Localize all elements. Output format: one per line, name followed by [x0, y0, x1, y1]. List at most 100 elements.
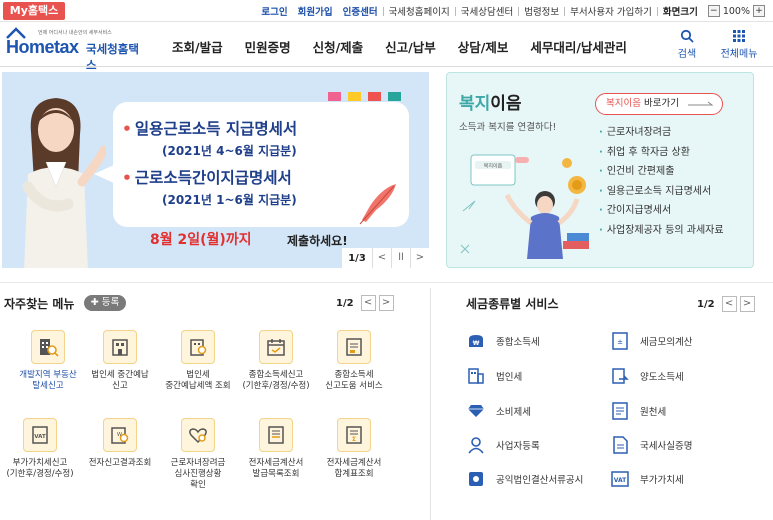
dept-user-signup-link[interactable]: 부서사용자 가입하기 [565, 4, 657, 18]
tax-services-page-indicator: 1/2 [697, 298, 715, 310]
list-item[interactable]: 근로자녀장려금 [599, 123, 724, 143]
zoom-out-button[interactable]: − [707, 5, 720, 17]
section-divider [0, 282, 773, 283]
grid-menu-icon [719, 27, 759, 45]
disclosure-icon [466, 470, 486, 488]
tax-service-item[interactable]: 국세사실증명 [610, 436, 692, 454]
list-item[interactable]: 인건비 간편제출 [599, 162, 724, 182]
consult-center-link[interactable]: 국세상담센터 [456, 4, 518, 18]
zoom-control: − 100% + [703, 5, 765, 17]
welfare-go-button[interactable]: 복지이음 바로가기 [595, 93, 723, 115]
favorite-item[interactable]: VAT 부가가치세신고 (기한후/경정/수정) [2, 418, 78, 480]
list-item[interactable]: 간이지급명세서 [599, 201, 724, 221]
nav-report-pay[interactable]: 신고/납부 [385, 37, 436, 56]
welfare-connect-banner[interactable]: 복지이음 소득과 복지를 연결하다! 복지이음 바로가기 근로자녀장려금 취업 … [446, 72, 754, 268]
favorite-label: 종합소득세 신고도움 서비스 [325, 370, 383, 391]
favorites-page-indicator: 1/2 [336, 297, 354, 309]
nav-tax-agent[interactable]: 세무대리/납세관리 [530, 37, 627, 56]
register-favorite-button[interactable]: ✚ 등록 [84, 295, 126, 311]
login-link[interactable]: 로그인 [256, 4, 292, 18]
favorite-item[interactable]: 종합소득세신고 (기한후/경정/수정) [238, 330, 314, 392]
tax-services-next-button[interactable]: > [739, 296, 755, 312]
my-hometax-tab[interactable]: My홈택스 [3, 2, 65, 20]
zoom-value: 100% [722, 5, 750, 17]
favorite-label: 개발지역 부동산 탈세신고 [19, 370, 77, 391]
nts-homepage-link[interactable]: 국세청홈페이지 [384, 4, 455, 18]
all-menu-button[interactable]: 전체메뉴 [719, 27, 759, 60]
banner-line-2: (2021년 4~6월 지급분) [162, 144, 297, 158]
zoom-in-button[interactable]: + [753, 5, 765, 17]
favorite-item[interactable]: 종합소득세 신고도움 서비스 [316, 330, 392, 392]
decor-square [348, 92, 361, 101]
banner-line-4: (2021년 1~6월 지급분) [162, 193, 297, 207]
banner-pause-button[interactable]: ll [391, 248, 410, 268]
tax-service-item[interactable]: 법인세 [466, 367, 522, 385]
vat-icon: VAT [610, 470, 630, 488]
heart-search-icon [181, 418, 215, 452]
income-tax-calendar-icon [259, 330, 293, 364]
law-info-link[interactable]: 법령정보 [519, 4, 564, 18]
favorite-item[interactable]: 개발지역 부동산 탈세신고 [10, 330, 86, 392]
favorite-item[interactable]: 근로자녀장려금 심사진행상황 확인 [160, 418, 236, 491]
tax-service-item[interactable]: ± 세금모의계산 [610, 332, 692, 350]
tax-service-label: 공익법인결산서류공시 [496, 475, 584, 486]
main-banner[interactable]: • 일용근로소득 지급명세서 (2021년 4~6월 지급분) • 근로소득간이지급… [2, 72, 429, 268]
favorite-item[interactable]: 법인세 중간예납 신고 [82, 330, 158, 392]
search-icon [667, 27, 707, 45]
banner-next-button[interactable]: > [410, 248, 429, 268]
favorites-title: 자주찾는 메뉴 [4, 297, 75, 311]
corporation-icon [466, 367, 486, 385]
income-tax-icon: ₩ [466, 332, 486, 350]
favorite-label: 전자세금계산서 합계표조회 [326, 458, 382, 479]
nav-apply-submit[interactable]: 신청/제출 [313, 37, 364, 56]
decor-square [368, 92, 381, 101]
tax-services-prev-button[interactable]: < [721, 296, 737, 312]
corporate-tax-icon [103, 330, 137, 364]
tax-service-item[interactable]: ₩ 종합소득세 [466, 332, 540, 350]
list-item[interactable]: 사업장제공자 등의 과세자료 [599, 221, 724, 241]
banner-prev-button[interactable]: < [372, 248, 391, 268]
utility-links: 로그인 회원가입 인증센터 국세청홈페이지 국세상담센터 법령정보 부서사용자 … [256, 4, 765, 18]
list-item[interactable]: 일용근로소득 지급명세서 [599, 182, 724, 202]
nav-civil-cert[interactable]: 민원증명 [245, 37, 291, 56]
favorite-item[interactable]: 전자세금계산서 발급목록조회 [238, 418, 314, 480]
signup-link[interactable]: 회원가입 [293, 4, 338, 18]
logo-korean-name: 국세청홈택스 [86, 42, 139, 72]
tax-service-item[interactable]: 사업자등록 [466, 436, 540, 454]
tax-service-item[interactable]: VAT 부가가치세 [610, 470, 684, 488]
deadline-suffix: 제출하세요! [287, 234, 348, 248]
withholding-icon [610, 402, 630, 420]
tax-service-item[interactable]: 소비제세 [466, 402, 531, 420]
e-filing-search-icon: W [103, 418, 137, 452]
favorite-item[interactable]: Σ 전자세금계산서 합계표조회 [316, 418, 392, 480]
tax-services-pager: 1/2 < > [697, 296, 755, 312]
hometax-logo[interactable]: 언제 어디서나 내손안의 세무서비스 Hometax 국세청홈택스 [6, 25, 146, 72]
diamond-icon [466, 402, 486, 420]
search-button[interactable]: 검색 [667, 27, 707, 60]
favorite-item[interactable]: 법인세 중간예납세액 조회 [160, 330, 236, 392]
tax-service-label: 원천세 [640, 407, 667, 418]
decor-square [388, 92, 401, 101]
favorites-prev-button[interactable]: < [360, 295, 376, 311]
tax-service-item[interactable]: 양도소득세 [610, 367, 684, 385]
list-item[interactable]: 취업 후 학자금 상환 [599, 143, 724, 163]
banner-line-1: • 일용근로소득 지급명세서 [122, 120, 298, 138]
favorite-item[interactable]: W 전자신고결과조회 [82, 418, 158, 469]
vat-icon: VAT [23, 418, 57, 452]
favorite-label: 종합소득세신고 (기한후/경정/수정) [242, 370, 310, 391]
banner-line-3: • 근로소득간이지급명세서 [122, 169, 292, 187]
tax-service-label: 양도소득세 [640, 372, 684, 383]
cert-center-link[interactable]: 인증센터 [338, 4, 383, 18]
nav-inquiry-issue[interactable]: 조회/발급 [172, 37, 223, 56]
favorites-next-button[interactable]: > [378, 295, 394, 311]
e-invoice-total-icon: Σ [337, 418, 371, 452]
tax-service-label: 법인세 [496, 372, 523, 383]
main-header: 언제 어디서나 내손안의 세무서비스 Hometax 국세청홈택스 조회/발급 … [0, 23, 773, 72]
tax-service-label: 국세사실증명 [640, 441, 693, 452]
global-nav: 조회/발급 민원증명 신청/제출 신고/납부 상담/제보 세무대리/납세관리 [172, 37, 649, 56]
tax-service-item[interactable]: 공익법인결산서류공시 [466, 470, 583, 488]
nav-consult-tipoff[interactable]: 상담/제보 [458, 37, 509, 56]
tax-service-item[interactable]: 원천세 [610, 402, 666, 420]
woman-pointing-illustration [22, 98, 106, 268]
logo-tagline: 언제 어디서나 내손안의 세무서비스 [38, 30, 112, 36]
